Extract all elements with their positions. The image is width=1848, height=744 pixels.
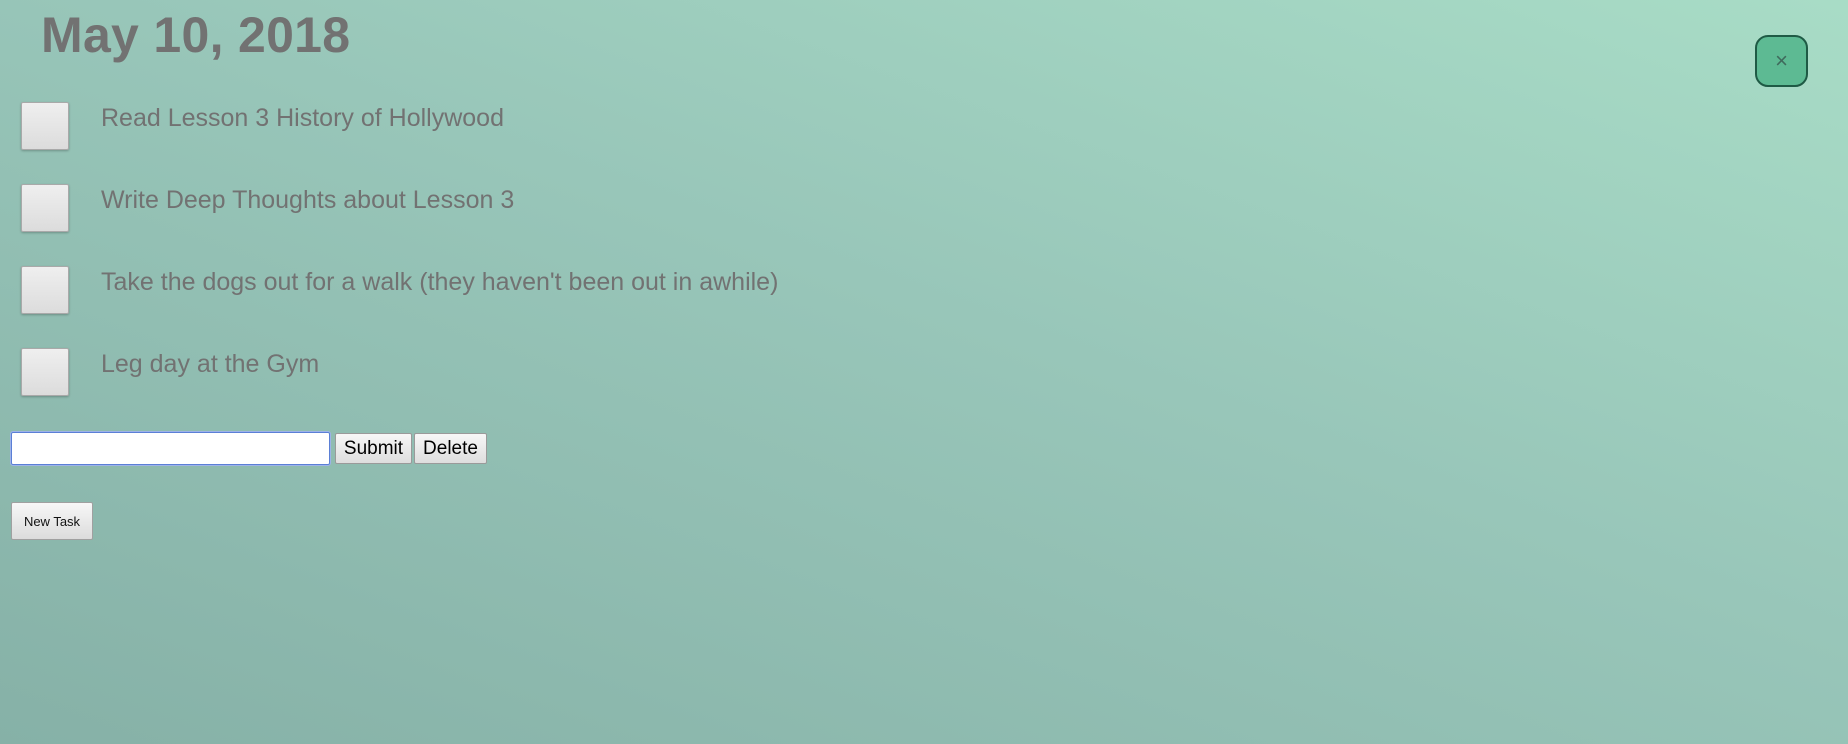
task-item: Leg day at the Gym bbox=[0, 344, 900, 400]
task-item: Write Deep Thoughts about Lesson 3 bbox=[0, 180, 900, 236]
submit-button[interactable]: Submit bbox=[335, 433, 412, 464]
task-label: Leg day at the Gym bbox=[101, 350, 320, 378]
page-title: May 10, 2018 bbox=[41, 7, 351, 63]
task-label: Write Deep Thoughts about Lesson 3 bbox=[101, 186, 515, 214]
close-button[interactable]: × bbox=[1755, 35, 1808, 87]
task-input[interactable] bbox=[10, 431, 331, 466]
task-label: Read Lesson 3 History of Hollywood bbox=[101, 104, 504, 132]
task-item: Read Lesson 3 History of Hollywood bbox=[0, 98, 900, 154]
task-checkbox[interactable] bbox=[21, 184, 69, 232]
task-checkbox[interactable] bbox=[21, 266, 69, 314]
close-icon: × bbox=[1775, 48, 1788, 73]
task-checkbox[interactable] bbox=[21, 102, 69, 150]
delete-button[interactable]: Delete bbox=[414, 433, 487, 464]
task-label: Take the dogs out for a walk (they haven… bbox=[101, 268, 779, 296]
task-item: Take the dogs out for a walk (they haven… bbox=[0, 262, 900, 318]
new-task-button[interactable]: New Task bbox=[11, 502, 93, 540]
task-checkbox[interactable] bbox=[21, 348, 69, 396]
